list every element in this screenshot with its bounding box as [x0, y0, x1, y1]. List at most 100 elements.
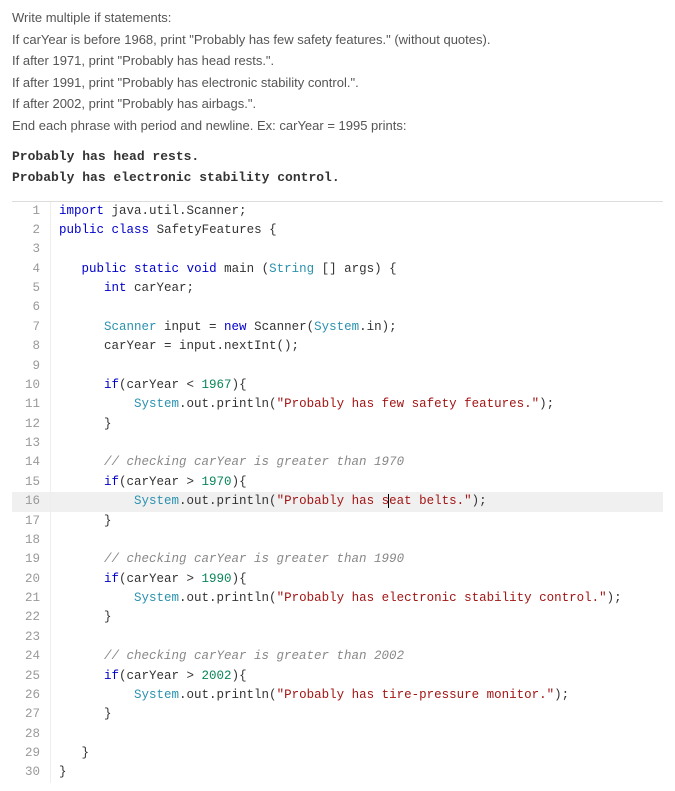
code-text: [] args) { — [314, 262, 397, 276]
code-text: } — [59, 707, 112, 721]
line-number: 25 — [12, 667, 51, 686]
line-number: 24 — [12, 647, 51, 666]
code-text: .in); — [359, 320, 397, 334]
code-text: .out.println( — [179, 397, 277, 411]
line-number: 20 — [12, 570, 51, 589]
line-number: 17 — [12, 512, 51, 531]
code-text: ); — [472, 494, 487, 508]
number-literal: 2002 — [202, 669, 232, 683]
line-number: 11 — [12, 395, 51, 414]
line-number: 8 — [12, 337, 51, 356]
code-text: (carYear > — [119, 475, 202, 489]
example-line: Probably has head rests. — [12, 147, 663, 168]
instruction-line: If carYear is before 1968, print "Probab… — [12, 30, 663, 50]
code-text: (carYear > — [119, 669, 202, 683]
kw-if: if — [104, 475, 119, 489]
code-text: main — [224, 262, 254, 276]
line-number: 23 — [12, 628, 51, 647]
type-system: System — [134, 397, 179, 411]
type-system: System — [134, 494, 179, 508]
comment: // checking carYear is greater than 2002 — [104, 649, 404, 663]
comment: // checking carYear is greater than 1970 — [104, 455, 404, 469]
type-scanner: Scanner — [104, 320, 157, 334]
line-number: 5 — [12, 279, 51, 298]
example-line: Probably has electronic stability contro… — [12, 168, 663, 189]
code-text: .out.println( — [179, 494, 277, 508]
line-number: 7 — [12, 318, 51, 337]
line-number: 6 — [12, 298, 51, 317]
line-number: 1 — [12, 202, 51, 221]
type-system: System — [134, 688, 179, 702]
line-number: 27 — [12, 705, 51, 724]
kw-static: static — [134, 262, 179, 276]
number-literal: 1967 — [202, 378, 232, 392]
string-literal: "Probably has electronic stability contr… — [277, 591, 607, 605]
class-name: SafetyFeatures — [157, 223, 262, 237]
line-number: 9 — [12, 357, 51, 376]
code-text: ){ — [232, 669, 247, 683]
line-number: 14 — [12, 453, 51, 472]
line-number: 12 — [12, 415, 51, 434]
number-literal: 1970 — [202, 475, 232, 489]
string-literal: "Probably has s — [277, 494, 390, 508]
code-text: .out.println( — [179, 591, 277, 605]
line-number: 22 — [12, 608, 51, 627]
code-text: carYear = input.nextInt(); — [59, 339, 299, 353]
line-number: 16 — [12, 492, 51, 511]
code-text: java.util.Scanner; — [104, 204, 247, 218]
line-number: 28 — [12, 725, 51, 744]
number-literal: 1990 — [202, 572, 232, 586]
line-number: 18 — [12, 531, 51, 550]
kw-class: class — [112, 223, 150, 237]
code-text: } — [59, 746, 89, 760]
instruction-line: If after 1991, print "Probably has elect… — [12, 73, 663, 93]
example-output: Probably has head rests. Probably has el… — [12, 147, 663, 189]
code-text: ); — [554, 688, 569, 702]
code-text: carYear; — [127, 281, 195, 295]
code-text: .out.println( — [179, 688, 277, 702]
kw-public: public — [59, 223, 104, 237]
line-number: 10 — [12, 376, 51, 395]
line-number: 30 — [12, 763, 51, 782]
string-literal: "Probably has few safety features." — [277, 397, 540, 411]
type-system: System — [134, 591, 179, 605]
code-editor[interactable]: 1 import java.util.Scanner; 2 public class… — [12, 201, 663, 783]
type-system: System — [314, 320, 359, 334]
code-text: input = — [157, 320, 225, 334]
string-literal: eat belts." — [389, 494, 472, 508]
line-number: 15 — [12, 473, 51, 492]
line-number: 29 — [12, 744, 51, 763]
code-text: Scanner( — [247, 320, 315, 334]
line-number: 13 — [12, 434, 51, 453]
code-text: } — [59, 610, 112, 624]
line-number: 3 — [12, 240, 51, 259]
code-text: ){ — [232, 572, 247, 586]
code-text: (carYear < — [119, 378, 202, 392]
kw-public: public — [82, 262, 127, 276]
kw-import: import — [59, 204, 104, 218]
line-number: 26 — [12, 686, 51, 705]
kw-new: new — [224, 320, 247, 334]
instruction-line: End each phrase with period and newline.… — [12, 116, 663, 136]
instruction-line: Write multiple if statements: — [12, 8, 663, 28]
type-string: String — [269, 262, 314, 276]
line-number: 2 — [12, 221, 51, 240]
kw-if: if — [104, 378, 119, 392]
code-text: } — [59, 765, 67, 779]
instruction-line: If after 2002, print "Probably has airba… — [12, 94, 663, 114]
code-text: } — [59, 417, 112, 431]
code-text: ){ — [232, 378, 247, 392]
comment: // checking carYear is greater than 1990 — [104, 552, 404, 566]
code-text: ){ — [232, 475, 247, 489]
kw-void: void — [187, 262, 217, 276]
code-text: ( — [254, 262, 269, 276]
kw-int: int — [104, 281, 127, 295]
code-text: } — [59, 514, 112, 528]
line-number: 19 — [12, 550, 51, 569]
string-literal: "Probably has tire-pressure monitor." — [277, 688, 555, 702]
line-number: 4 — [12, 260, 51, 279]
code-text: { — [262, 223, 277, 237]
instruction-line: If after 1971, print "Probably has head … — [12, 51, 663, 71]
line-number: 21 — [12, 589, 51, 608]
code-text: ); — [607, 591, 622, 605]
